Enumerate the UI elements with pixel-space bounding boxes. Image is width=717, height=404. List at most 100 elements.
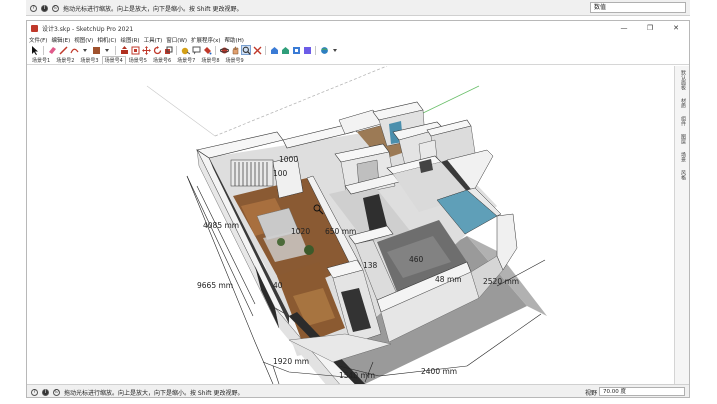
model-viewport[interactable]: 4085 mm 9665 mm 1920 mm 1540 mm 2400 mm … bbox=[27, 66, 675, 385]
offset-tool-icon[interactable] bbox=[130, 45, 140, 55]
paint-bucket-icon[interactable] bbox=[202, 45, 212, 55]
scene-tab-3[interactable]: 场景号3 bbox=[77, 56, 101, 64]
sketchup-logo-icon bbox=[31, 24, 38, 32]
window-title: 设计3.skp - SketchUp Pro 2021 bbox=[42, 25, 134, 33]
menu-extensions[interactable]: 扩展程序(x) bbox=[191, 36, 221, 44]
menu-draw[interactable]: 绘图(R) bbox=[120, 36, 139, 44]
zoom-tool-icon[interactable] bbox=[241, 45, 251, 55]
line-tool-icon[interactable] bbox=[58, 45, 68, 55]
dimension-label-1540: 1540 mm bbox=[339, 371, 375, 380]
menu-file[interactable]: 文件(F) bbox=[29, 36, 47, 44]
geo-location-icon[interactable] bbox=[319, 45, 329, 55]
info-icon[interactable]: ? bbox=[31, 389, 38, 396]
orbit-tool-icon[interactable] bbox=[219, 45, 229, 55]
plant bbox=[304, 245, 314, 255]
plant bbox=[277, 238, 285, 246]
minimize-button[interactable]: — bbox=[611, 21, 637, 35]
move-tool-icon[interactable] bbox=[141, 45, 151, 55]
top-measurements-box[interactable]: 数值 bbox=[590, 2, 686, 13]
tray-tab-materials[interactable]: 材质 bbox=[679, 98, 686, 108]
info-icon[interactable]: ? bbox=[30, 5, 37, 12]
dimension-label-9665: 9665 mm bbox=[197, 281, 233, 290]
scene-tab-1[interactable]: 场景号1 bbox=[29, 56, 53, 64]
scene-tabs: 场景号1 场景号2 场景号3 场景号4 场景号5 场景号6 场景号7 场景号8 … bbox=[27, 56, 689, 65]
dimension-label-mm: mm bbox=[447, 275, 462, 284]
menu-help[interactable]: 帮助(H) bbox=[225, 36, 244, 44]
tray-tab-tags[interactable]: 图层 bbox=[679, 134, 686, 144]
toolbar bbox=[27, 44, 689, 56]
dimension-label-1920: 1920 mm bbox=[273, 357, 309, 366]
dropdown-arrow-icon[interactable] bbox=[102, 45, 112, 55]
menu-camera[interactable]: 相机(C) bbox=[97, 36, 116, 44]
warehouse-icon[interactable] bbox=[269, 45, 279, 55]
rotate-tool-icon[interactable] bbox=[152, 45, 162, 55]
tray-tab-scenes[interactable]: 场景 bbox=[679, 152, 686, 162]
status-hint: ? i © 拖动光标进行缩放。向上是放大，向下是缩小。按 Shift 更改视野。 bbox=[31, 388, 243, 397]
select-tool-icon[interactable] bbox=[30, 45, 40, 55]
scale-tool-icon[interactable] bbox=[163, 45, 173, 55]
dimension-label-2520: 2520 mm bbox=[483, 277, 519, 286]
toolbar-divider bbox=[176, 45, 177, 55]
toolbar-divider bbox=[115, 45, 116, 55]
menu-edit[interactable]: 编辑(E) bbox=[51, 36, 70, 44]
credit-icon[interactable]: © bbox=[52, 5, 59, 12]
dimension-label-1000: 1000 bbox=[279, 155, 298, 164]
tray-tab-components[interactable]: 组件 bbox=[679, 116, 686, 126]
top-hint: ? i © 拖动光标进行缩放。向上是放大，向下是缩小。按 Shift 更改视野。 bbox=[30, 4, 242, 13]
text-tool-icon[interactable] bbox=[191, 45, 201, 55]
dropdown-arrow-icon[interactable] bbox=[80, 45, 90, 55]
menu-bar: 文件(F) 编辑(E) 视图(V) 相机(C) 绘图(R) 工具(T) 窗口(W… bbox=[27, 35, 689, 44]
scene-tab-9[interactable]: 场景号9 bbox=[223, 56, 247, 64]
dimension-label-1020: 1020 bbox=[291, 227, 310, 236]
dimension-label-650: 650 mm bbox=[325, 227, 356, 236]
status-hint-text: 拖动光标进行缩放。向上是放大，向下是缩小。按 Shift 更改视野。 bbox=[64, 390, 244, 397]
scene-tab-5[interactable]: 场景号5 bbox=[126, 56, 150, 64]
menu-view[interactable]: 视图(V) bbox=[74, 36, 93, 44]
layout-icon[interactable] bbox=[291, 45, 301, 55]
previous-status-strip: ? i © 拖动光标进行缩放。向上是放大，向下是缩小。按 Shift 更改视野。… bbox=[26, 0, 690, 16]
dimension-label-138: 138 bbox=[363, 261, 378, 270]
dimension-label-48: 48 bbox=[435, 275, 445, 284]
scene-tab-8[interactable]: 场景号8 bbox=[198, 56, 222, 64]
arc-tool-icon[interactable] bbox=[69, 45, 79, 55]
scene-tab-4[interactable]: 场景号4 bbox=[101, 56, 126, 64]
menu-tools[interactable]: 工具(T) bbox=[144, 36, 163, 44]
toolbar-divider bbox=[265, 45, 266, 55]
eraser-tool-icon[interactable] bbox=[47, 45, 57, 55]
measurements-box[interactable]: 70.00 度 bbox=[599, 387, 685, 396]
geo-icon[interactable]: i bbox=[41, 5, 48, 12]
scene-tab-7[interactable]: 场景号7 bbox=[174, 56, 198, 64]
status-bar: ? i © 拖动光标进行缩放。向上是放大，向下是缩小。按 Shift 更改视野。… bbox=[27, 384, 689, 397]
push-pull-tool-icon[interactable] bbox=[119, 45, 129, 55]
toolbar-divider bbox=[215, 45, 216, 55]
tray-tab-styles[interactable]: 风格 bbox=[679, 170, 686, 180]
default-tray: 默认面板 材质 组件 图层 场景 风格 bbox=[674, 66, 689, 385]
geo-icon[interactable]: i bbox=[42, 389, 49, 396]
green-axis-line bbox=[420, 85, 480, 115]
dimension-label-4085: 4085 mm bbox=[203, 221, 239, 230]
zoom-extents-icon[interactable] bbox=[252, 45, 262, 55]
menu-window[interactable]: 窗口(W) bbox=[166, 36, 187, 44]
close-button[interactable]: ✕ bbox=[663, 21, 689, 35]
dimension-label-100: 100 bbox=[273, 169, 288, 178]
dimension-label-460: 460 bbox=[409, 255, 424, 264]
east-column bbox=[496, 213, 518, 271]
tray-tab-default[interactable]: 默认面板 bbox=[679, 70, 686, 90]
dimension-label-40: 40 bbox=[273, 281, 283, 290]
tape-measure-icon[interactable] bbox=[180, 45, 190, 55]
top-hint-text: 拖动光标进行缩放。向上是放大，向下是缩小。按 Shift 更改视野。 bbox=[63, 6, 243, 13]
balcony-railing bbox=[230, 159, 274, 187]
dropdown-arrow-icon[interactable] bbox=[330, 45, 340, 55]
toolbar-divider bbox=[43, 45, 44, 55]
extension-manager-icon[interactable] bbox=[302, 45, 312, 55]
sketchup-window: 设计3.skp - SketchUp Pro 2021 — ❐ ✕ 文件(F) … bbox=[26, 20, 690, 398]
pan-tool-icon[interactable] bbox=[230, 45, 240, 55]
scene-tab-6[interactable]: 场景号6 bbox=[150, 56, 174, 64]
shape-tool-icon[interactable] bbox=[91, 45, 101, 55]
measurements-label: 视野 bbox=[584, 390, 597, 397]
extension-warehouse-icon[interactable] bbox=[280, 45, 290, 55]
credit-icon[interactable]: © bbox=[53, 389, 60, 396]
maximize-button[interactable]: ❐ bbox=[637, 21, 663, 35]
scene-tab-2[interactable]: 场景号2 bbox=[53, 56, 77, 64]
axis-guide-line bbox=[146, 85, 216, 137]
